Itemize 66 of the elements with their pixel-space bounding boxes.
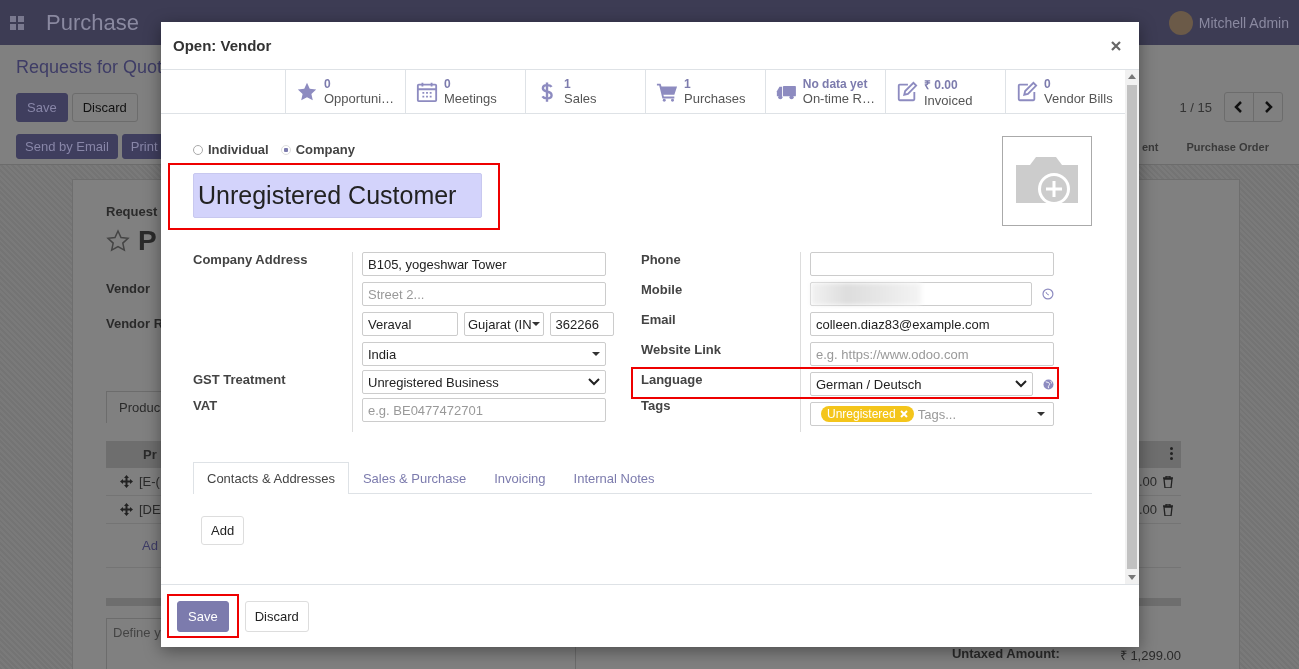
total-label: Untaxed Amount: xyxy=(951,646,1060,663)
discard-button[interactable]: Discard xyxy=(71,92,138,122)
move-icon[interactable] xyxy=(120,503,133,516)
vat-field[interactable]: e.g. BE0477472701 xyxy=(362,398,606,422)
document-type: Request xyxy=(106,204,158,219)
name-field[interactable]: Unregistered Customer xyxy=(193,173,482,218)
document-title: P xyxy=(138,225,157,257)
text-field[interactable]: colleen.diaz83@example.com xyxy=(810,312,1054,336)
field-label: Email xyxy=(641,312,677,329)
scrollbar[interactable] xyxy=(1125,70,1139,584)
field-label: Mobile xyxy=(641,282,684,299)
city-field[interactable]: Veraval xyxy=(362,312,458,336)
edit-icon xyxy=(896,80,918,103)
radio-option[interactable]: Company xyxy=(280,142,355,157)
country-select[interactable]: India xyxy=(362,342,606,366)
field-label: Tags xyxy=(641,398,672,415)
dialog-title: Open: Vendor xyxy=(173,37,272,54)
field-label: Vendor xyxy=(106,281,151,296)
street2-field[interactable]: Street 2... xyxy=(362,282,606,306)
trash-icon[interactable] xyxy=(1163,475,1173,488)
chevron-icon xyxy=(588,378,600,386)
gst-select[interactable]: Unregistered Business xyxy=(362,370,606,394)
star-icon[interactable] xyxy=(106,229,130,253)
add-button[interactable]: Add xyxy=(201,516,245,545)
move-icon[interactable] xyxy=(120,475,133,488)
field-label: VAT xyxy=(193,398,219,415)
discard-button[interactable]: Discard xyxy=(244,600,309,632)
calendar-icon xyxy=(416,80,438,103)
street-field[interactable]: B105, yogeshwar Tower xyxy=(362,252,606,276)
tab[interactable]: Invoicing xyxy=(480,462,560,494)
field-label: Company Address xyxy=(193,252,309,269)
avatar xyxy=(1168,10,1193,35)
amount-cell: .00 xyxy=(1138,474,1157,489)
language-select[interactable]: German / Deutsch xyxy=(810,372,1034,396)
close-icon xyxy=(1111,41,1121,51)
amount-cell: .00 xyxy=(1138,502,1157,517)
product-cell: [E-( xyxy=(139,474,160,489)
field-label: GST Treatment xyxy=(193,372,287,389)
save-button[interactable]: Save xyxy=(177,601,229,632)
globe-icon[interactable] xyxy=(1043,378,1054,390)
trash-icon[interactable] xyxy=(1163,503,1173,516)
zip-field[interactable]: 362266 xyxy=(549,312,614,336)
tab[interactable]: Internal Notes xyxy=(559,462,669,494)
radio-option[interactable]: Individual xyxy=(193,142,269,157)
chevron-icon xyxy=(1015,380,1028,388)
field-label: Phone xyxy=(641,252,682,269)
state-select[interactable]: Gujarat (IN xyxy=(464,312,544,336)
mobile-field[interactable] xyxy=(810,282,1033,306)
remove-tag-icon[interactable] xyxy=(899,410,908,418)
tab[interactable]: Contacts & Addresses xyxy=(193,462,349,494)
tag: Unregistered xyxy=(821,406,914,422)
apps-menu-icon[interactable] xyxy=(10,15,24,30)
column-header: Pr xyxy=(143,447,157,462)
tab[interactable]: Sales & Purchase xyxy=(348,462,481,494)
edit-icon xyxy=(1016,80,1038,103)
text-field[interactable] xyxy=(810,252,1054,276)
photo-placeholder[interactable] xyxy=(1002,136,1092,226)
field-label: Website Link xyxy=(641,342,722,359)
product-cell: [DE xyxy=(139,502,161,517)
pager-value: 1 / 15 xyxy=(1179,99,1212,115)
options-icon[interactable] xyxy=(1170,447,1173,460)
app-name: Purchase xyxy=(46,9,139,36)
field-label: Language xyxy=(641,372,704,389)
text-field[interactable]: e.g. https://www.odoo.com xyxy=(810,342,1054,366)
breadcrumb: Requests for Quot xyxy=(16,57,164,78)
total-value: ₹ 1,299.00 xyxy=(1119,647,1181,664)
